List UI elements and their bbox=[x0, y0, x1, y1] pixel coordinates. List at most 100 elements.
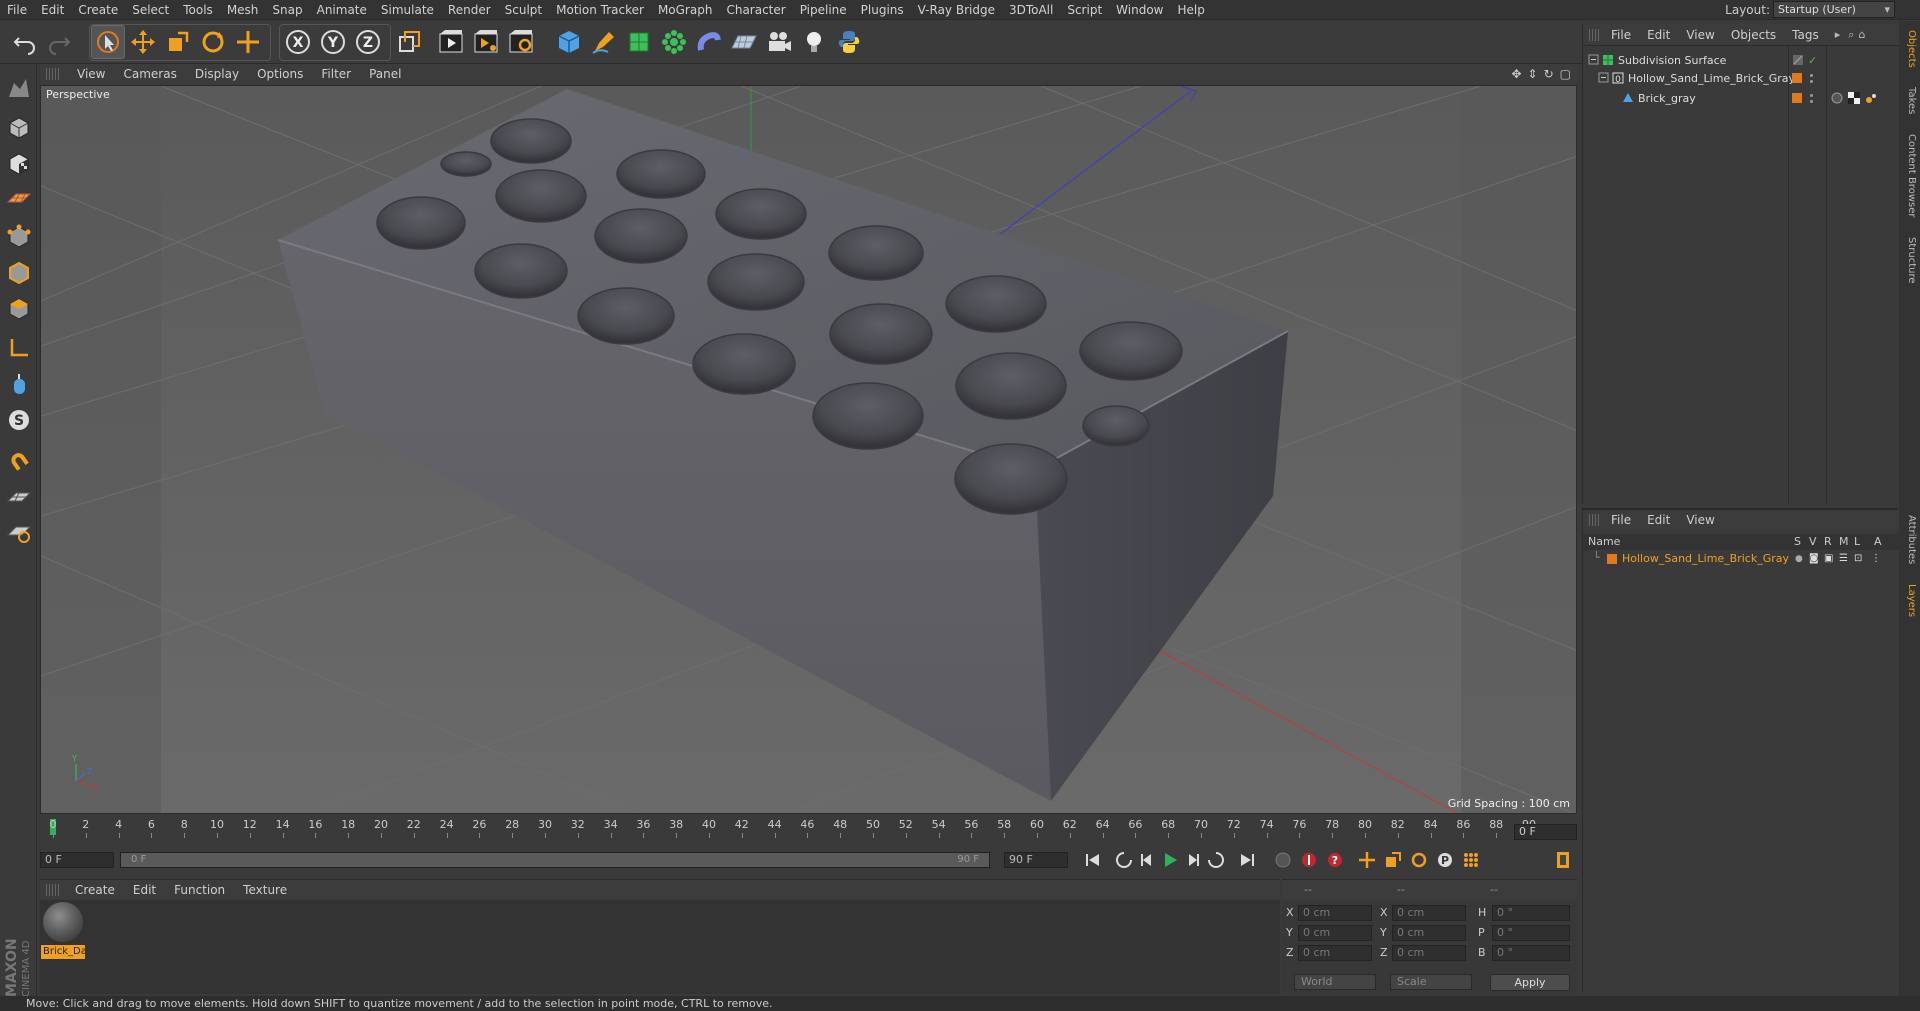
rot-b-field[interactable]: 0 ° bbox=[1492, 945, 1570, 961]
apply-button[interactable]: Apply bbox=[1490, 974, 1570, 991]
points-mode-icon[interactable] bbox=[4, 222, 34, 252]
material-menu-edit[interactable]: Edit bbox=[124, 883, 165, 897]
pos-x-field[interactable]: 0 cm bbox=[1298, 905, 1372, 921]
zoom-view-icon[interactable]: ⇕ bbox=[1528, 67, 1538, 81]
key-position-icon[interactable] bbox=[1354, 848, 1380, 872]
next-key-icon[interactable] bbox=[1203, 848, 1229, 872]
tab-content-browser[interactable]: Content Browser bbox=[1902, 127, 1917, 225]
menu-simulate[interactable]: Simulate bbox=[374, 0, 441, 20]
pan-view-icon[interactable]: ✥ bbox=[1511, 67, 1521, 81]
layer-name[interactable]: Hollow_Sand_Lime_Brick_Gray bbox=[1622, 550, 1789, 568]
material-menu-function[interactable]: Function bbox=[165, 883, 234, 897]
object-row-brick-group[interactable]: 0 Hollow_Sand_Lime_Brick_Gray bbox=[1583, 69, 1899, 88]
material-preview-sphere[interactable] bbox=[43, 902, 83, 942]
lock-toggle-icon[interactable]: ⊡ bbox=[1854, 550, 1862, 568]
lm-menu-edit[interactable]: Edit bbox=[1639, 513, 1678, 527]
render-toggle-icon[interactable]: ▣ bbox=[1824, 550, 1833, 568]
magnet-icon[interactable] bbox=[4, 446, 34, 476]
om-menu-objects[interactable]: Objects bbox=[1723, 28, 1784, 42]
viewport-menu-panel[interactable]: Panel bbox=[360, 67, 410, 81]
menu-pipeline[interactable]: Pipeline bbox=[793, 0, 854, 20]
tab-takes[interactable]: Takes bbox=[1902, 81, 1917, 121]
material-tag-icon[interactable] bbox=[1831, 92, 1843, 104]
om-search-icon[interactable]: ⌕ bbox=[1848, 28, 1854, 42]
tweak-mode-icon[interactable] bbox=[4, 369, 34, 399]
lm-menu-view[interactable]: View bbox=[1678, 513, 1722, 527]
uvw-tag-icon[interactable] bbox=[1848, 92, 1860, 104]
rot-h-field[interactable]: 0 ° bbox=[1492, 905, 1570, 921]
3d-viewport[interactable]: Y X Z Perspective Grid Spacing : 100 cm bbox=[40, 85, 1577, 814]
y-axis-icon[interactable]: Y bbox=[316, 25, 350, 59]
coordinate-system-icon[interactable] bbox=[392, 25, 426, 59]
viewport-menu-filter[interactable]: Filter bbox=[312, 67, 360, 81]
size-mode-dropdown[interactable]: Scale bbox=[1390, 974, 1472, 990]
size-x-field[interactable]: 0 cm bbox=[1392, 905, 1466, 921]
coordinate-space-dropdown[interactable]: World bbox=[1294, 974, 1376, 990]
start-frame-field[interactable]: 0 F bbox=[40, 852, 114, 868]
om-menu-file[interactable]: File bbox=[1603, 28, 1639, 42]
python-icon[interactable] bbox=[832, 25, 866, 59]
preview-range-slider[interactable]: 0 F 90 F bbox=[120, 852, 990, 868]
render-view-icon[interactable] bbox=[434, 25, 468, 59]
panel-grip[interactable] bbox=[1589, 28, 1599, 41]
render-picture-viewer-icon[interactable] bbox=[469, 25, 503, 59]
texture-mode-icon[interactable] bbox=[4, 149, 34, 179]
col-render[interactable]: R bbox=[1824, 534, 1832, 550]
material-menu-create[interactable]: Create bbox=[66, 883, 124, 897]
axis-mode-icon[interactable] bbox=[4, 333, 34, 363]
menu-snap[interactable]: Snap bbox=[265, 0, 309, 20]
rotate-view-icon[interactable]: ↻ bbox=[1544, 67, 1554, 81]
goto-end-icon[interactable] bbox=[1234, 848, 1260, 872]
lm-menu-file[interactable]: File bbox=[1603, 513, 1639, 527]
camera-icon[interactable] bbox=[762, 25, 796, 59]
menu-3dtoall[interactable]: 3DToAll bbox=[1002, 0, 1060, 20]
menu-sculpt[interactable]: Sculpt bbox=[498, 0, 549, 20]
key-rotation-icon[interactable] bbox=[1406, 848, 1432, 872]
menu-render[interactable]: Render bbox=[441, 0, 498, 20]
viewport-menu-cameras[interactable]: Cameras bbox=[114, 67, 185, 81]
panel-grip[interactable] bbox=[46, 68, 60, 80]
menu-mograph[interactable]: MoGraph bbox=[651, 0, 720, 20]
end-frame-field[interactable]: 90 F bbox=[1004, 852, 1068, 868]
array-icon[interactable] bbox=[657, 25, 691, 59]
object-row-brick-gray[interactable]: Brick_gray bbox=[1583, 89, 1899, 108]
size-y-field[interactable]: 0 cm bbox=[1392, 925, 1466, 941]
polygons-mode-icon[interactable] bbox=[4, 294, 34, 324]
collapse-icon[interactable] bbox=[1598, 72, 1610, 84]
pos-z-field[interactable]: 0 cm bbox=[1298, 945, 1372, 961]
tab-objects[interactable]: Objects bbox=[1902, 27, 1917, 71]
menu-edit[interactable]: Edit bbox=[34, 0, 71, 20]
om-more-icon[interactable]: ▸ bbox=[1835, 28, 1841, 41]
panel-grip[interactable] bbox=[1589, 514, 1599, 526]
om-menu-view[interactable]: View bbox=[1678, 28, 1722, 42]
menu-script[interactable]: Script bbox=[1060, 0, 1109, 20]
solo-toggle-icon[interactable]: ● bbox=[1795, 550, 1803, 568]
pen-icon[interactable] bbox=[587, 25, 621, 59]
grid-snap-icon[interactable] bbox=[4, 517, 34, 547]
live-selection-icon[interactable] bbox=[91, 25, 125, 59]
current-frame-field[interactable]: 0 F bbox=[1514, 824, 1577, 840]
size-z-field[interactable]: 0 cm bbox=[1392, 945, 1466, 961]
deformer-icon[interactable] bbox=[692, 25, 726, 59]
layer-row[interactable]: └ Hollow_Sand_Lime_Brick_Gray ● ◙ ▣ ☰ ⊡ … bbox=[1583, 550, 1899, 568]
z-axis-icon[interactable]: Z bbox=[351, 25, 385, 59]
menu-tools[interactable]: Tools bbox=[176, 0, 220, 20]
menu-motion-tracker[interactable]: Motion Tracker bbox=[549, 0, 651, 20]
viewport-menu-display[interactable]: Display bbox=[186, 67, 248, 81]
menu-animate[interactable]: Animate bbox=[310, 0, 374, 20]
floor-icon[interactable] bbox=[727, 25, 761, 59]
key-scale-icon[interactable] bbox=[1380, 848, 1406, 872]
menu-help[interactable]: Help bbox=[1170, 0, 1211, 20]
editor-visibility-icon[interactable] bbox=[1792, 54, 1804, 66]
timeline-ruler[interactable]: 0 2 4 6 8 10 12 14 16 18 20 22 24 26 28 30 32 34 36 38 40 42 4… bbox=[40, 816, 1577, 840]
pos-y-field[interactable]: 0 cm bbox=[1298, 925, 1372, 941]
key-pla-icon[interactable] bbox=[1458, 848, 1484, 872]
menu-mesh[interactable]: Mesh bbox=[220, 0, 266, 20]
view-toggle-icon[interactable]: ◙ bbox=[1809, 550, 1819, 568]
om-menu-tags[interactable]: Tags bbox=[1784, 28, 1827, 42]
light-icon[interactable] bbox=[797, 25, 831, 59]
cube-icon[interactable] bbox=[552, 25, 586, 59]
viewport-camera-label[interactable]: Perspective bbox=[46, 88, 110, 101]
animation-toggle-icon[interactable]: ⋮ bbox=[1871, 550, 1881, 568]
tab-layers[interactable]: Layers bbox=[1902, 579, 1917, 623]
